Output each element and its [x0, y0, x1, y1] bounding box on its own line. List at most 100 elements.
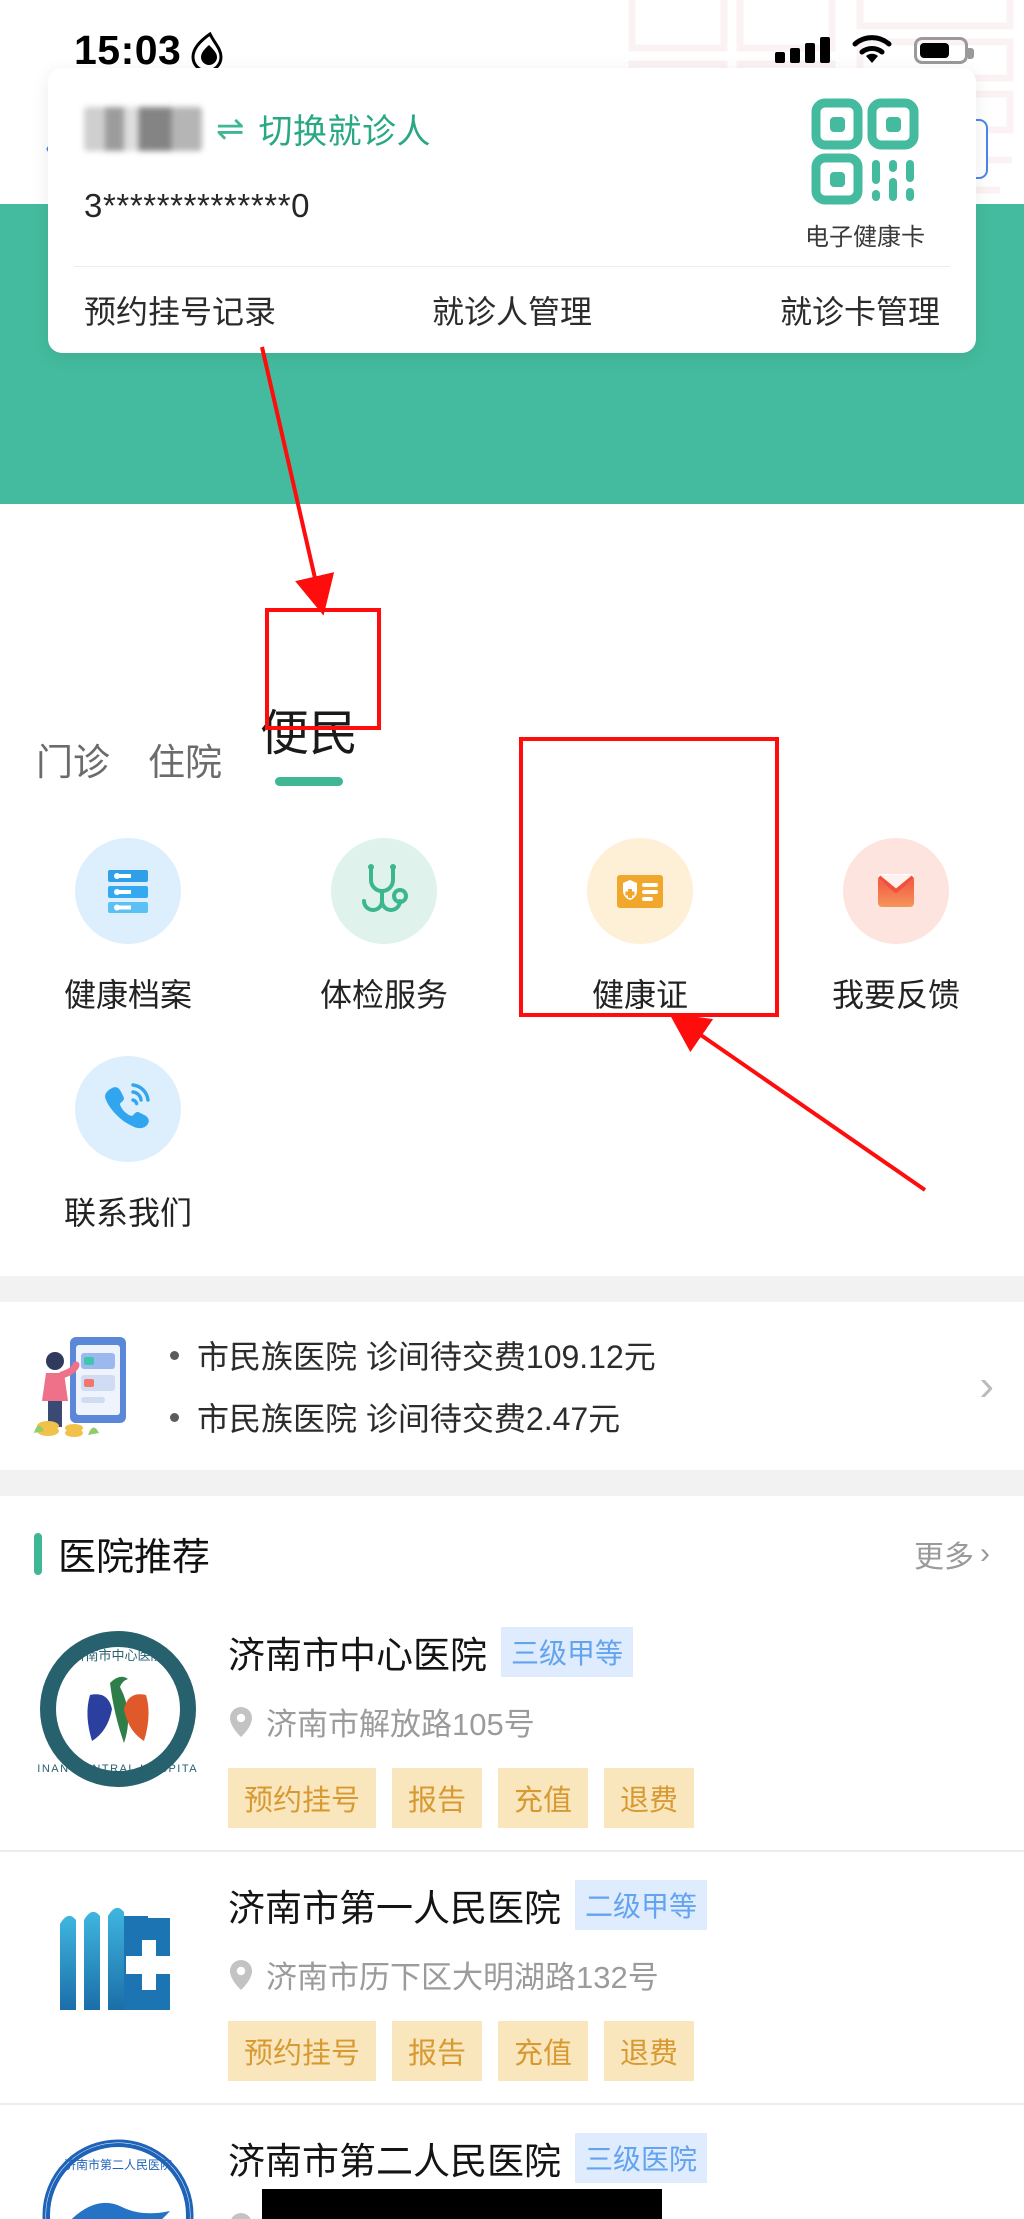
hospital-name-row: 济南市中心医院 三级甲等	[228, 1625, 990, 1679]
svg-text:济南市中心医院: 济南市中心医院	[72, 1648, 163, 1663]
tab-label: 门诊	[36, 742, 110, 783]
action-tag[interactable]: 报告	[392, 2021, 483, 2081]
map-pin-icon	[230, 2212, 252, 2219]
service-placeholder	[768, 1038, 1024, 1256]
flame-icon	[191, 32, 223, 68]
pending-payment-list: 市民族医院 诊间待交费109.12元 市民族医院 诊间待交费2.47元	[170, 1324, 971, 1448]
hospital-section-header: 医院推荐 更多 ›	[0, 1496, 1024, 1599]
service-physical-exam[interactable]: 体检服务	[256, 820, 512, 1038]
chevron-right-icon[interactable]: ›	[979, 1361, 994, 1411]
card-management-link[interactable]: 就诊卡管理	[655, 267, 976, 353]
category-tabs: 门诊 住院 便民	[0, 682, 1024, 794]
bullet-icon	[170, 1412, 179, 1422]
status-icons	[775, 35, 974, 65]
action-tag[interactable]: 预约挂号	[228, 1768, 377, 1828]
service-label: 健康档案	[63, 977, 192, 1013]
hospital-name: 济南市第二人民医院	[228, 2141, 561, 2182]
service-row-2: 联系我们	[0, 1038, 1024, 1256]
records-icon	[75, 838, 181, 944]
battery-icon	[914, 36, 974, 64]
stethoscope-icon	[331, 838, 437, 944]
hospital-row[interactable]: 济南市中心医院 JINAN CENTRAL HOSPITAL 济南市中心医院 三…	[0, 1599, 1024, 1850]
hospital-row[interactable]: 济南市第一人民医院 二级甲等 济南市历下区大明湖路132号 预约挂号 报告 充值…	[0, 1850, 1024, 2103]
status-time-group: 15:03	[74, 27, 224, 74]
section-gap	[0, 1276, 1024, 1302]
qr-code-icon	[811, 98, 919, 205]
hospital-row[interactable]: 济南市第二人民医院 济南市第二人民医院 三级医院 山东省济南市经一路148号	[0, 2103, 1024, 2219]
action-tag[interactable]: 充值	[498, 2021, 589, 2081]
hospital-actions: 预约挂号 报告 充值 退费	[228, 2021, 990, 2081]
payment-text: 市民族医院 诊间待交费2.47元	[197, 1401, 621, 1437]
chevron-right-icon: ›	[980, 1536, 990, 1570]
patient-card-top: ⇌ 切换就诊人 3**************0 电子健康卡	[48, 68, 976, 266]
service-row-1: 健康档案 体检服务 健康证 我要反馈	[0, 820, 1024, 1038]
phone-call-icon	[75, 1056, 181, 1162]
patient-card[interactable]: ⇌ 切换就诊人 3**************0 电子健康卡 预约挂号记录 就诊…	[48, 68, 976, 353]
service-health-records[interactable]: 健康档案	[0, 820, 256, 1038]
swap-icon: ⇌	[216, 109, 245, 148]
payment-illustration	[34, 1337, 126, 1437]
action-tag[interactable]: 退费	[604, 1768, 695, 1828]
tab-convenience[interactable]: 便民	[260, 694, 358, 794]
map-pin-icon	[230, 1959, 252, 1990]
service-label: 健康证	[591, 977, 688, 1013]
hospital-name-row: 济南市第一人民医院 二级甲等	[228, 1878, 990, 1932]
hospital-name-row: 济南市第二人民医院 三级医院	[228, 2131, 990, 2185]
redaction-bar	[262, 2189, 662, 2219]
health-card-entry[interactable]: 电子健康卡	[790, 98, 940, 252]
section-gap	[0, 1470, 1024, 1496]
hospital-address-row: 济南市解放路105号	[228, 1699, 990, 1744]
service-health-certificate[interactable]: 健康证	[512, 820, 768, 1038]
hospital-info: 济南市中心医院 三级甲等 济南市解放路105号 预约挂号 报告 充值 退费	[228, 1625, 990, 1828]
service-placeholder	[256, 1038, 512, 1256]
service-placeholder	[512, 1038, 768, 1256]
more-label: 更多	[914, 1540, 974, 1574]
payment-text: 市民族医院 诊间待交费109.12元	[197, 1339, 656, 1375]
list-item[interactable]: 市民族医院 诊间待交费2.47元	[170, 1386, 971, 1448]
tab-label: 住院	[148, 742, 222, 783]
pending-payment-banner[interactable]: 市民族医院 诊间待交费109.12元 市民族医院 诊间待交费2.47元 ›	[0, 1302, 1024, 1470]
tab-inpatient[interactable]: 住院	[148, 732, 222, 794]
hospital-name: 济南市中心医院	[228, 1635, 487, 1676]
tab-underline	[275, 777, 343, 786]
more-link[interactable]: 更多 ›	[914, 1532, 990, 1576]
hospital-actions: 预约挂号 报告 充值 退费	[228, 1768, 990, 1828]
hospital-name: 济南市第一人民医院	[228, 1888, 561, 1929]
section-accent-bar	[34, 1532, 42, 1575]
service-contact-us[interactable]: 联系我们	[0, 1038, 256, 1256]
action-tag[interactable]: 退费	[604, 2021, 695, 2081]
tab-label: 便民	[260, 707, 359, 761]
jinan-central-hospital-logo: 济南市中心医院 JINAN CENTRAL HOSPITAL	[34, 1625, 202, 1793]
hospital-level-badge: 三级医院	[575, 2133, 708, 2183]
service-label: 我要反馈	[831, 977, 960, 1013]
service-label: 联系我们	[63, 1195, 192, 1231]
hospital-address-row: 济南市历下区大明湖路132号	[228, 1952, 990, 1997]
service-feedback[interactable]: 我要反馈	[768, 820, 1024, 1038]
service-label: 体检服务	[319, 977, 448, 1013]
patient-management-link[interactable]: 就诊人管理	[369, 267, 654, 353]
health-certificate-icon	[587, 838, 693, 944]
status-time: 15:03	[74, 26, 182, 73]
app-screen: 15:03 健康济南 关于 订阅	[0, 0, 1024, 2219]
switch-patient-label: 切换就诊人	[258, 113, 431, 151]
hospital-level-badge: 二级甲等	[575, 1880, 708, 1930]
patient-name-masked	[84, 106, 202, 151]
svg-text:JINAN CENTRAL HOSPITAL: JINAN CENTRAL HOSPITAL	[38, 1763, 198, 1775]
hospital-address: 济南市历下区大明湖路132号	[266, 1960, 659, 1995]
tab-outpatient[interactable]: 门诊	[36, 732, 110, 794]
map-pin-icon	[230, 1706, 252, 1737]
jinan-second-peoples-hospital-logo: 济南市第二人民医院	[34, 2131, 202, 2219]
hospital-address: 济南市解放路105号	[266, 1707, 535, 1742]
hospital-level-badge: 三级甲等	[501, 1627, 634, 1677]
action-tag[interactable]: 预约挂号	[228, 2021, 377, 2081]
jinan-first-peoples-hospital-logo	[34, 1878, 202, 2046]
envelope-icon	[843, 838, 949, 944]
hospital-info: 济南市第一人民医院 二级甲等 济南市历下区大明湖路132号 预约挂号 报告 充值…	[228, 1878, 990, 2081]
action-tag[interactable]: 报告	[392, 1768, 483, 1828]
list-item[interactable]: 市民族医院 诊间待交费109.12元	[170, 1324, 971, 1386]
section-title: 医院推荐	[58, 1537, 211, 1579]
svg-text:济南市第二人民医院: 济南市第二人民医院	[64, 2157, 172, 2172]
signal-icon	[775, 37, 830, 63]
appointment-records-link[interactable]: 预约挂号记录	[48, 267, 369, 353]
action-tag[interactable]: 充值	[498, 1768, 589, 1828]
